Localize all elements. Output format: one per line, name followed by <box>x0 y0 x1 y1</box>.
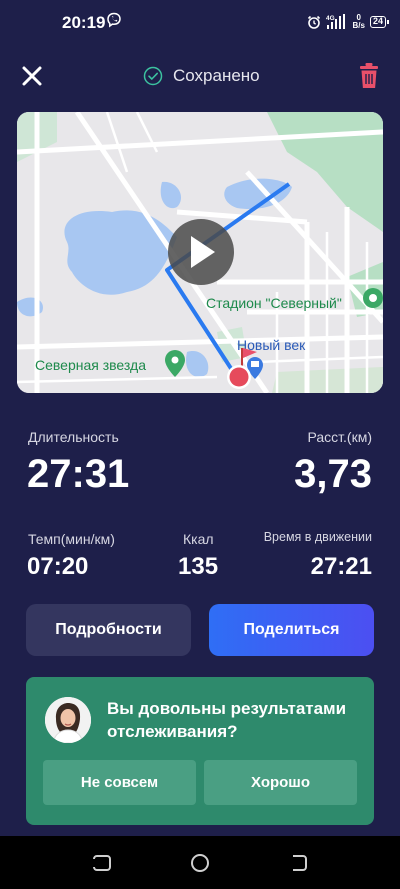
close-icon <box>22 66 42 86</box>
avatar <box>45 697 91 743</box>
duration-value: 27:31 <box>27 452 130 496</box>
check-circle-icon <box>143 66 163 86</box>
feedback-card: Вы довольны результатами отслеживания? Н… <box>26 677 374 825</box>
play-button[interactable] <box>168 219 234 285</box>
person-avatar-icon <box>45 697 91 743</box>
feedback-question: Вы довольны результатами отслеживания? <box>107 699 347 741</box>
stadium-label: Стадион "Северный" <box>206 295 342 311</box>
close-button[interactable] <box>18 62 46 90</box>
top-bar: Сохранено <box>0 56 400 96</box>
network-type: 4G <box>326 15 335 22</box>
recent-apps-icon[interactable] <box>91 852 113 874</box>
saved-label: Сохранено <box>173 66 260 85</box>
distance-label: Расст.(км) <box>307 429 372 445</box>
details-button[interactable]: Подробности <box>26 604 191 656</box>
net-speed-unit: B/s <box>352 21 365 30</box>
back-icon[interactable] <box>287 852 309 874</box>
battery-icon: 24 <box>369 16 390 28</box>
route-map[interactable]: Стадион "Северный" Новый век Северная зв… <box>17 112 383 393</box>
stadium-icon <box>363 288 383 308</box>
good-button[interactable]: Хорошо <box>204 760 357 805</box>
pace-label: Темп(мин/км) <box>28 531 115 547</box>
share-button[interactable]: Поделиться <box>209 604 374 656</box>
map-canvas: Стадион "Северный" Новый век Северная зв… <box>17 112 383 393</box>
trash-icon <box>360 63 378 88</box>
net-speed: 0 B/s <box>353 14 365 30</box>
navigation-bar <box>0 836 400 889</box>
viber-icon <box>107 12 121 28</box>
north-star-label: Северная звезда <box>35 357 146 373</box>
delete-button[interactable] <box>356 62 382 90</box>
moving-time-value: 27:21 <box>310 553 372 580</box>
home-icon[interactable] <box>189 852 211 874</box>
not-really-button[interactable]: Не совсем <box>43 760 196 805</box>
moving-time-label: Время в движении <box>263 530 372 544</box>
status-bar: 20:19 4G 0 B/s 24 <box>0 0 400 44</box>
status-time: 20:19 <box>62 13 106 32</box>
distance-value: 3,73 <box>294 452 372 496</box>
kcal-value: 135 <box>178 553 219 580</box>
alarm-icon <box>307 15 320 29</box>
status-icons: 4G 0 B/s 24 <box>307 12 390 32</box>
kcal-label: Ккал <box>183 531 214 547</box>
signal-4g-icon: 4G <box>326 14 345 29</box>
pace-value: 07:20 <box>27 553 89 580</box>
saved-status: Сохранено <box>143 64 260 88</box>
duration-label: Длительность <box>28 429 119 445</box>
start-marker-icon <box>227 365 251 389</box>
